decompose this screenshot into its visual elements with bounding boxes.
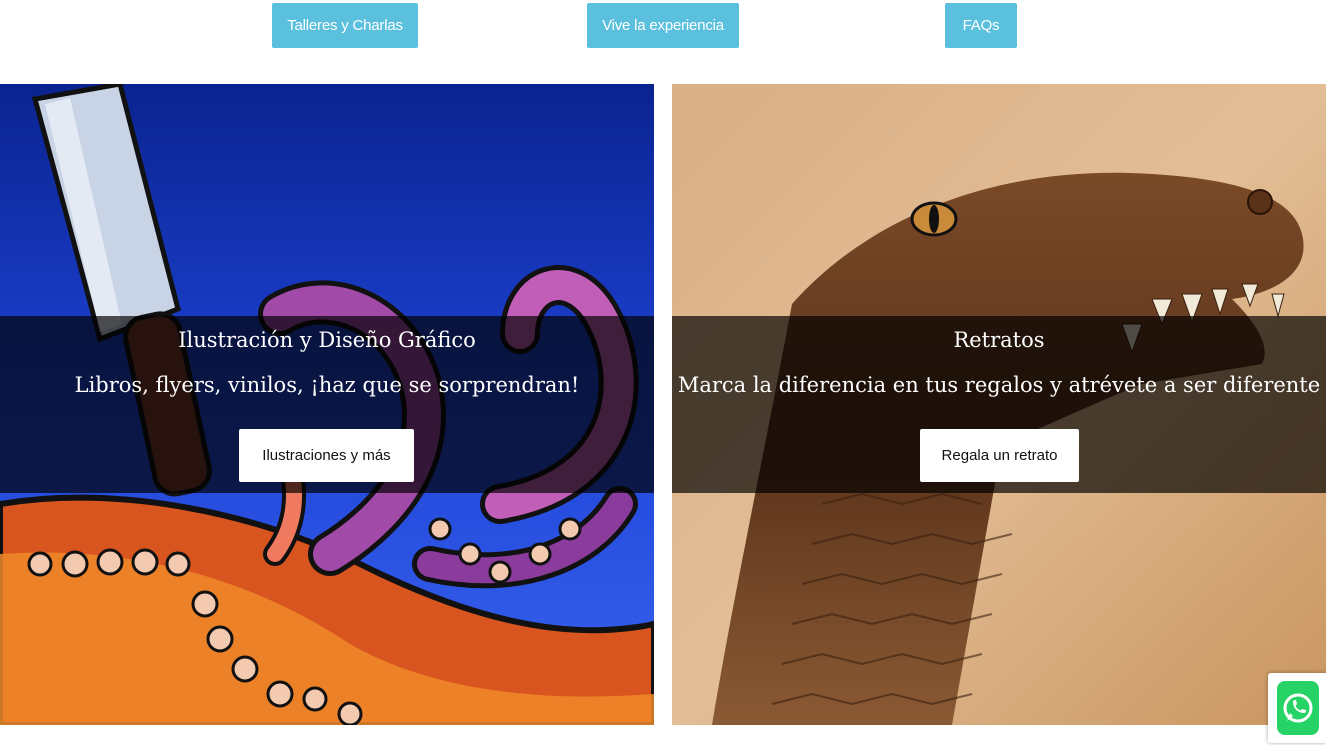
illustration-panel: Ilustración y Diseño Gráfico Libros, fly… [0,84,654,725]
whatsapp-widget[interactable] [1268,673,1326,743]
portraits-title: Retratos [953,328,1045,352]
portraits-overlay: Retratos Marca la diferencia en tus rega… [672,316,1326,493]
illustration-overlay: Ilustración y Diseño Gráfico Libros, fly… [0,316,654,493]
ilustraciones-button[interactable]: Ilustraciones y más [239,429,414,482]
illustration-title: Ilustración y Diseño Gráfico [178,328,476,352]
vive-experiencia-button[interactable]: Vive la experiencia [587,3,739,48]
regala-retrato-button[interactable]: Regala un retrato [920,429,1079,482]
faqs-button[interactable]: FAQs [945,3,1017,48]
whatsapp-icon[interactable] [1277,681,1319,735]
illustration-subtitle: Libros, flyers, vinilos, ¡haz que se sor… [74,373,580,397]
talleres-charlas-button[interactable]: Talleres y Charlas [272,3,418,48]
portraits-panel: Retratos Marca la diferencia en tus rega… [672,84,1326,725]
portraits-subtitle: Marca la diferencia en tus regalos y atr… [677,373,1321,397]
